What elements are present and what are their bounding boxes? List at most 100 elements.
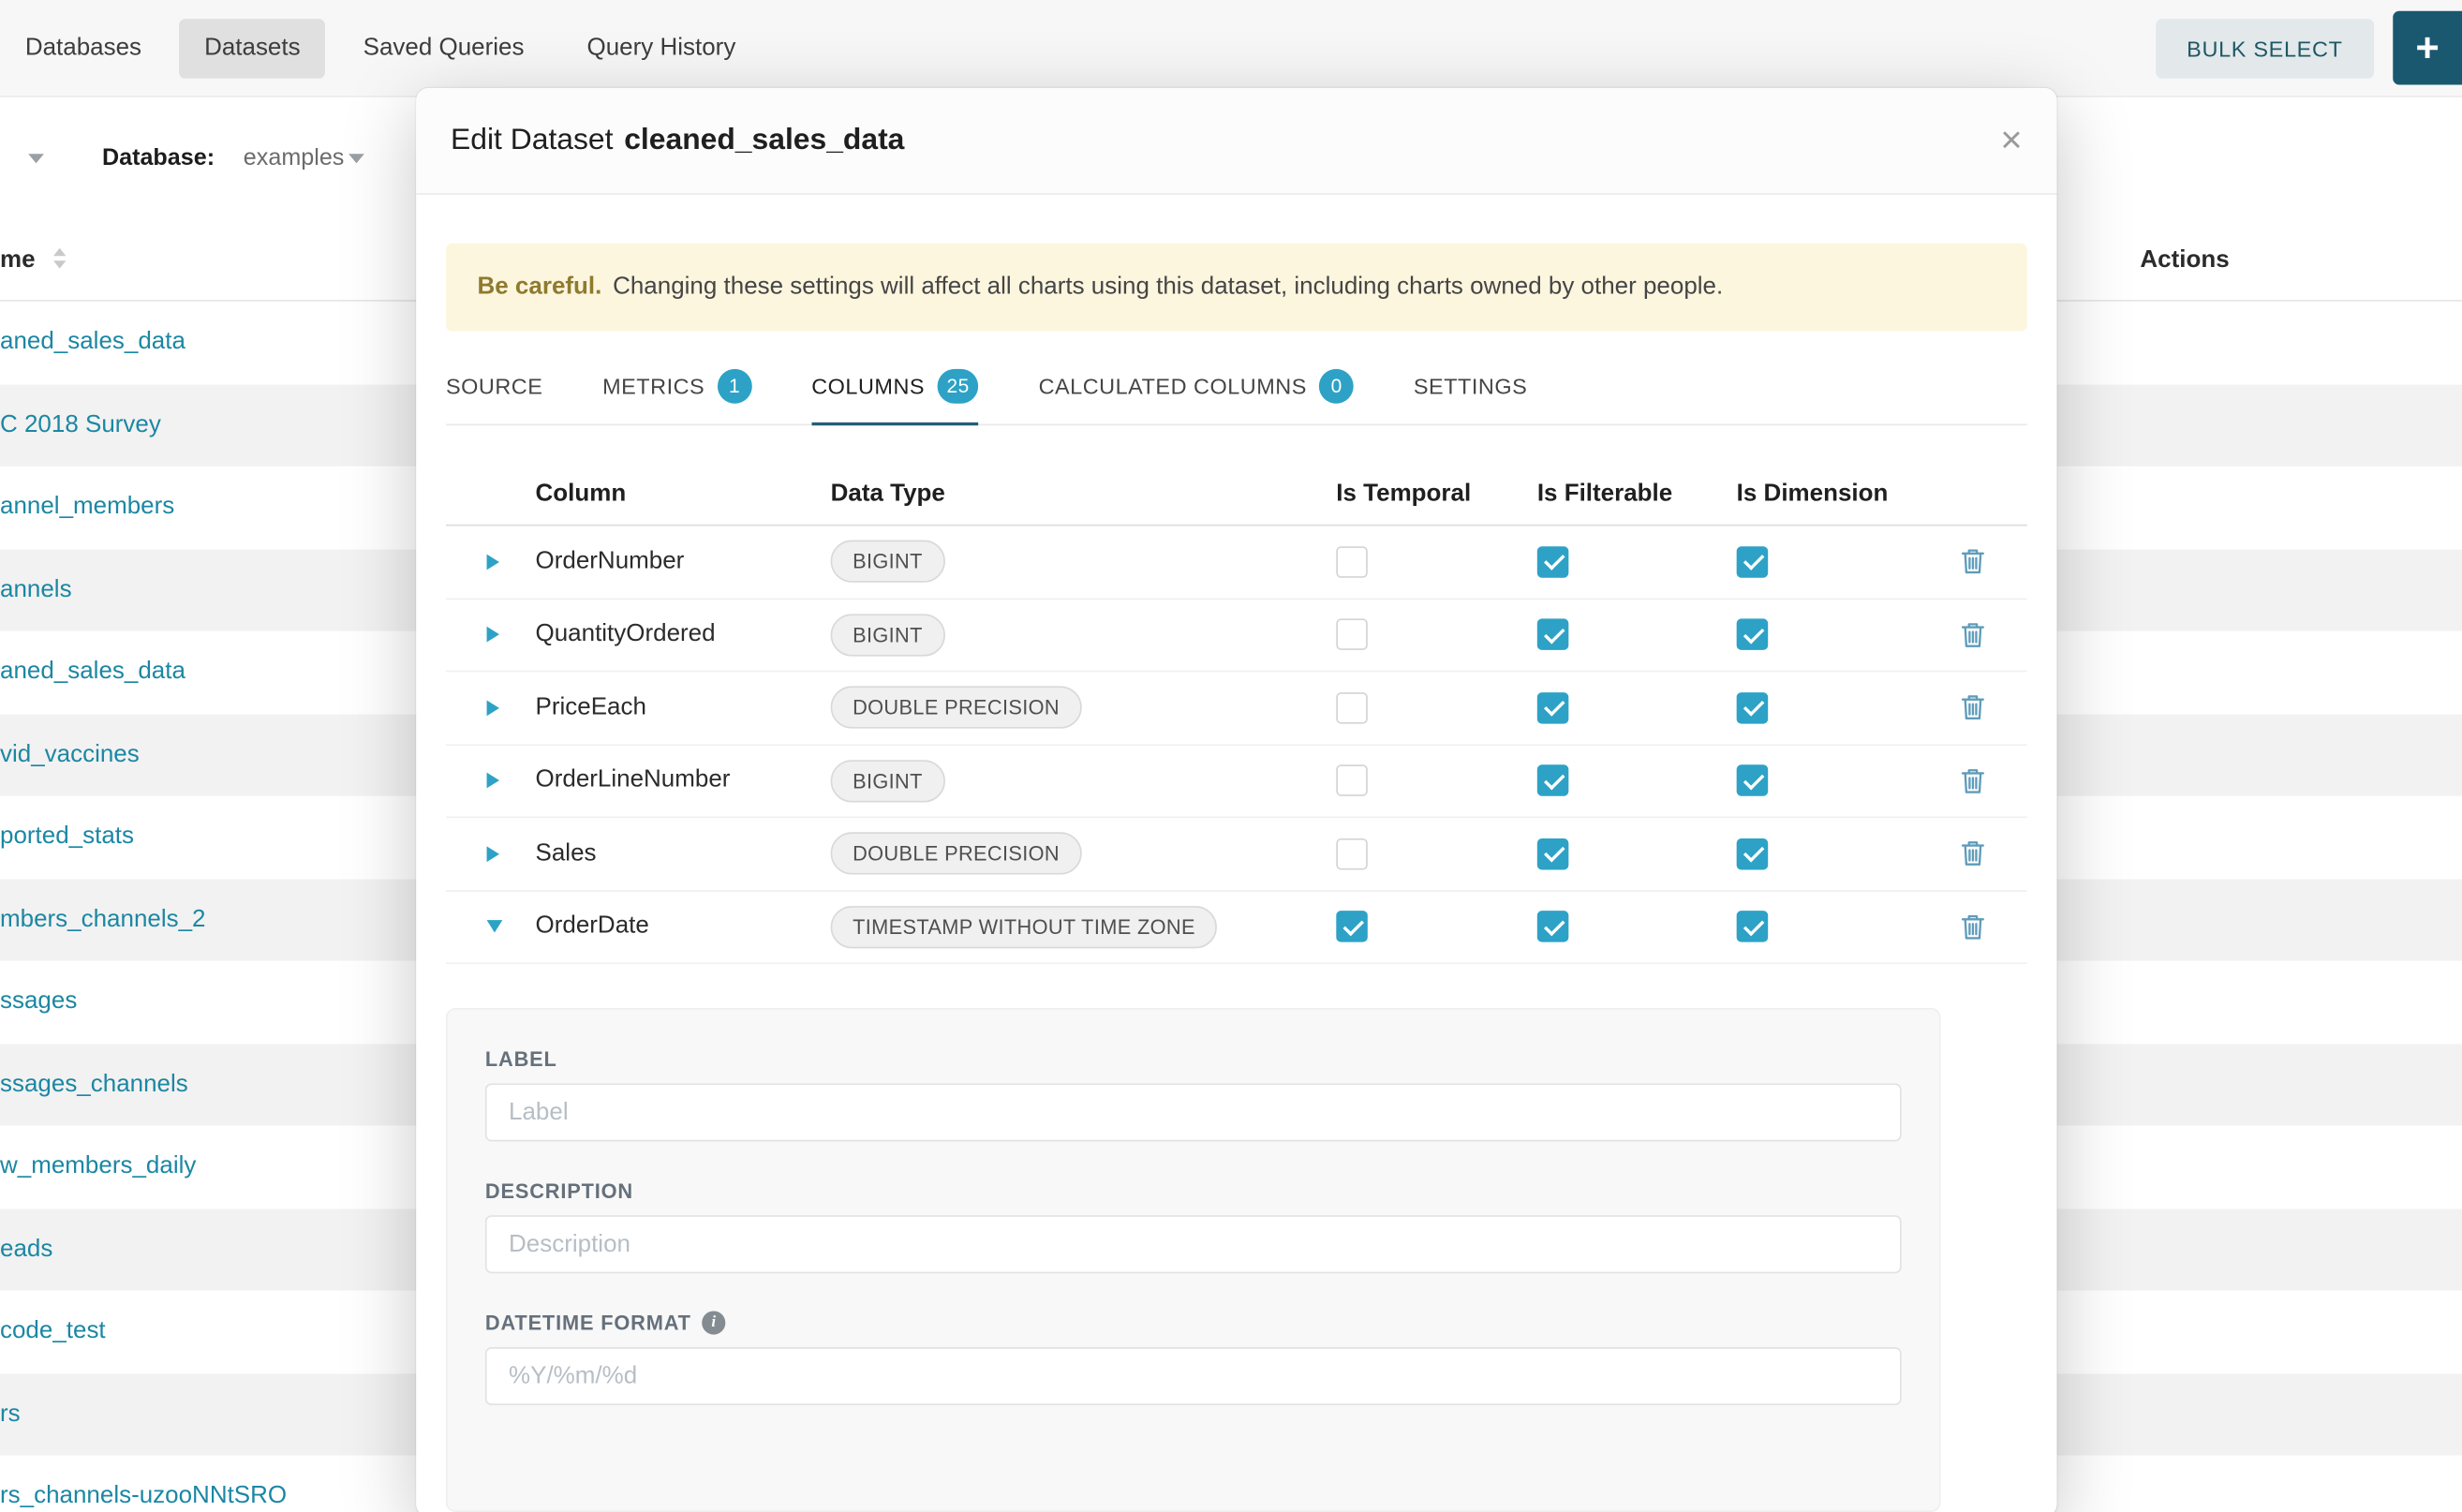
- sort-icon[interactable]: [53, 248, 66, 269]
- is-temporal-checkbox[interactable]: [1336, 765, 1368, 797]
- tab-label: COLUMNS: [811, 374, 925, 399]
- columns-table-body: OrderNumberBIGINTQuantityOrderedBIGINTPr…: [446, 526, 2027, 964]
- delete-column-button[interactable]: [1961, 694, 1984, 720]
- column-row: OrderLineNumberBIGINT: [446, 745, 2027, 818]
- chevron-down-icon[interactable]: [28, 154, 44, 163]
- modal-tab-metrics[interactable]: METRICS1: [602, 353, 751, 425]
- dataset-link[interactable]: annel_members: [0, 493, 174, 519]
- is-dimension-checkbox[interactable]: [1737, 838, 1769, 870]
- data-type-pill: DOUBLE PRECISION: [831, 687, 1082, 729]
- is-temporal-checkbox[interactable]: [1336, 692, 1368, 724]
- dataset-link[interactable]: code_test: [0, 1317, 106, 1343]
- is-filterable-checkbox[interactable]: [1537, 765, 1569, 797]
- datetime-format-input[interactable]: [485, 1347, 1902, 1405]
- top-nav: DatabasesDatasetsSaved QueriesQuery Hist…: [0, 0, 2462, 97]
- column-row: OrderNumberBIGINT: [446, 526, 2027, 599]
- database-filter-value[interactable]: examples: [244, 144, 345, 170]
- column-name: OrderNumber: [536, 548, 831, 576]
- dataset-link[interactable]: C 2018 Survey: [0, 410, 161, 437]
- nav-tab-datasets[interactable]: Datasets: [179, 18, 325, 78]
- is-temporal-checkbox[interactable]: [1336, 912, 1368, 943]
- close-icon[interactable]: ×: [2000, 122, 2022, 159]
- column-row: OrderDateTIMESTAMP WITHOUT TIME ZONE: [446, 891, 2027, 964]
- modal-tab-columns[interactable]: COLUMNS25: [811, 353, 979, 425]
- is-dimension-checkbox[interactable]: [1737, 692, 1769, 724]
- is-filterable-checkbox[interactable]: [1537, 912, 1569, 943]
- name-column-header[interactable]: me: [0, 220, 36, 302]
- delete-column-button[interactable]: [1961, 840, 1984, 867]
- warning-text: Changing these settings will affect all …: [613, 274, 1723, 302]
- data-type-pill: TIMESTAMP WITHOUT TIME ZONE: [831, 906, 1218, 948]
- dataset-link[interactable]: rs: [0, 1400, 21, 1426]
- add-dataset-button[interactable]: +: [2393, 11, 2462, 85]
- modal-title-prefix: Edit Dataset: [451, 124, 613, 156]
- dataset-link[interactable]: w_members_daily: [0, 1152, 196, 1178]
- detail-field: LABEL: [485, 1047, 1902, 1142]
- dataset-link[interactable]: mbers_channels_2: [0, 905, 206, 931]
- columns-table: Column Data Type Is Temporal Is Filterab…: [446, 463, 2027, 964]
- is-dimension-checkbox[interactable]: [1737, 619, 1769, 651]
- is-filterable-checkbox[interactable]: [1537, 838, 1569, 870]
- dataset-link[interactable]: ssages: [0, 987, 77, 1014]
- description-input[interactable]: [485, 1215, 1902, 1273]
- tab-count-badge: 0: [1319, 369, 1354, 404]
- expand-caret-icon[interactable]: [487, 554, 499, 570]
- field-label-text: DATETIME FORMAT: [485, 1311, 691, 1334]
- dataset-link[interactable]: eads: [0, 1235, 52, 1261]
- column-row: QuantityOrderedBIGINT: [446, 599, 2027, 672]
- tab-label: SETTINGS: [1414, 374, 1527, 399]
- dataset-link[interactable]: vid_vaccines: [0, 740, 140, 766]
- modal-tab-calculated-columns[interactable]: CALCULATED COLUMNS0: [1039, 353, 1355, 425]
- delete-column-button[interactable]: [1961, 913, 1984, 940]
- edit-dataset-modal: Edit Datasetcleaned_sales_data × Be care…: [416, 88, 2056, 1512]
- delete-column-button[interactable]: [1961, 767, 1984, 793]
- dataset-link[interactable]: ssages_channels: [0, 1070, 188, 1096]
- dataset-link[interactable]: rs_channels-uzooNNtSRO: [0, 1482, 287, 1508]
- is-dimension-checkbox[interactable]: [1737, 912, 1769, 943]
- expand-caret-icon[interactable]: [487, 846, 499, 862]
- dataset-link[interactable]: annels: [0, 575, 72, 601]
- expand-caret-icon[interactable]: [487, 773, 499, 789]
- bulk-select-button[interactable]: BULK SELECT: [2156, 19, 2375, 79]
- datasets-page: DatabasesDatasetsSaved QueriesQuery Hist…: [0, 0, 2462, 1512]
- is-temporal-checkbox[interactable]: [1336, 838, 1368, 870]
- collapse-caret-icon[interactable]: [487, 921, 503, 933]
- tab-label: SOURCE: [446, 374, 542, 399]
- columns-table-header: Column Data Type Is Temporal Is Filterab…: [446, 463, 2027, 526]
- chevron-down-icon[interactable]: [349, 154, 364, 163]
- modal-header: Edit Datasetcleaned_sales_data ×: [416, 88, 2056, 195]
- modal-title: Edit Datasetcleaned_sales_data: [451, 124, 904, 158]
- modal-body: Be careful. Changing these settings will…: [416, 195, 2056, 1512]
- is-temporal-checkbox[interactable]: [1336, 619, 1368, 651]
- actions-column-header: Actions: [2140, 220, 2229, 302]
- is-filterable-checkbox[interactable]: [1537, 546, 1569, 578]
- nav-tab-query-history[interactable]: Query History: [562, 18, 761, 78]
- expand-caret-icon[interactable]: [487, 627, 499, 643]
- is-dimension-checkbox[interactable]: [1737, 546, 1769, 578]
- dataset-link[interactable]: ported_stats: [0, 823, 134, 849]
- delete-column-button[interactable]: [1961, 548, 1984, 574]
- data-type-pill: BIGINT: [831, 760, 945, 802]
- delete-column-button[interactable]: [1961, 621, 1984, 647]
- data-type-header: Data Type: [831, 480, 1337, 508]
- info-icon[interactable]: i: [703, 1311, 726, 1334]
- modal-tab-source[interactable]: SOURCE: [446, 353, 542, 425]
- dataset-link[interactable]: aned_sales_data: [0, 658, 185, 684]
- column-row: SalesDOUBLE PRECISION: [446, 818, 2027, 891]
- expand-caret-icon[interactable]: [487, 700, 499, 716]
- nav-tabs: DatabasesDatasetsSaved QueriesQuery Hist…: [0, 18, 774, 78]
- dataset-link[interactable]: aned_sales_data: [0, 328, 185, 354]
- nav-tab-databases[interactable]: Databases: [0, 18, 167, 78]
- modal-tab-settings[interactable]: SETTINGS: [1414, 353, 1527, 425]
- label-input[interactable]: [485, 1083, 1902, 1141]
- column-name: PriceEach: [536, 693, 831, 721]
- is-temporal-checkbox[interactable]: [1336, 546, 1368, 578]
- field-label: DATETIME FORMAT i: [485, 1311, 1902, 1334]
- column-name: QuantityOrdered: [536, 620, 831, 648]
- is-dimension-checkbox[interactable]: [1737, 765, 1769, 797]
- is-filterable-checkbox[interactable]: [1537, 619, 1569, 651]
- nav-tab-saved-queries[interactable]: Saved Queries: [338, 18, 549, 78]
- is-filterable-checkbox[interactable]: [1537, 692, 1569, 724]
- warning-bold: Be careful.: [478, 274, 602, 302]
- tab-label: METRICS: [602, 374, 704, 399]
